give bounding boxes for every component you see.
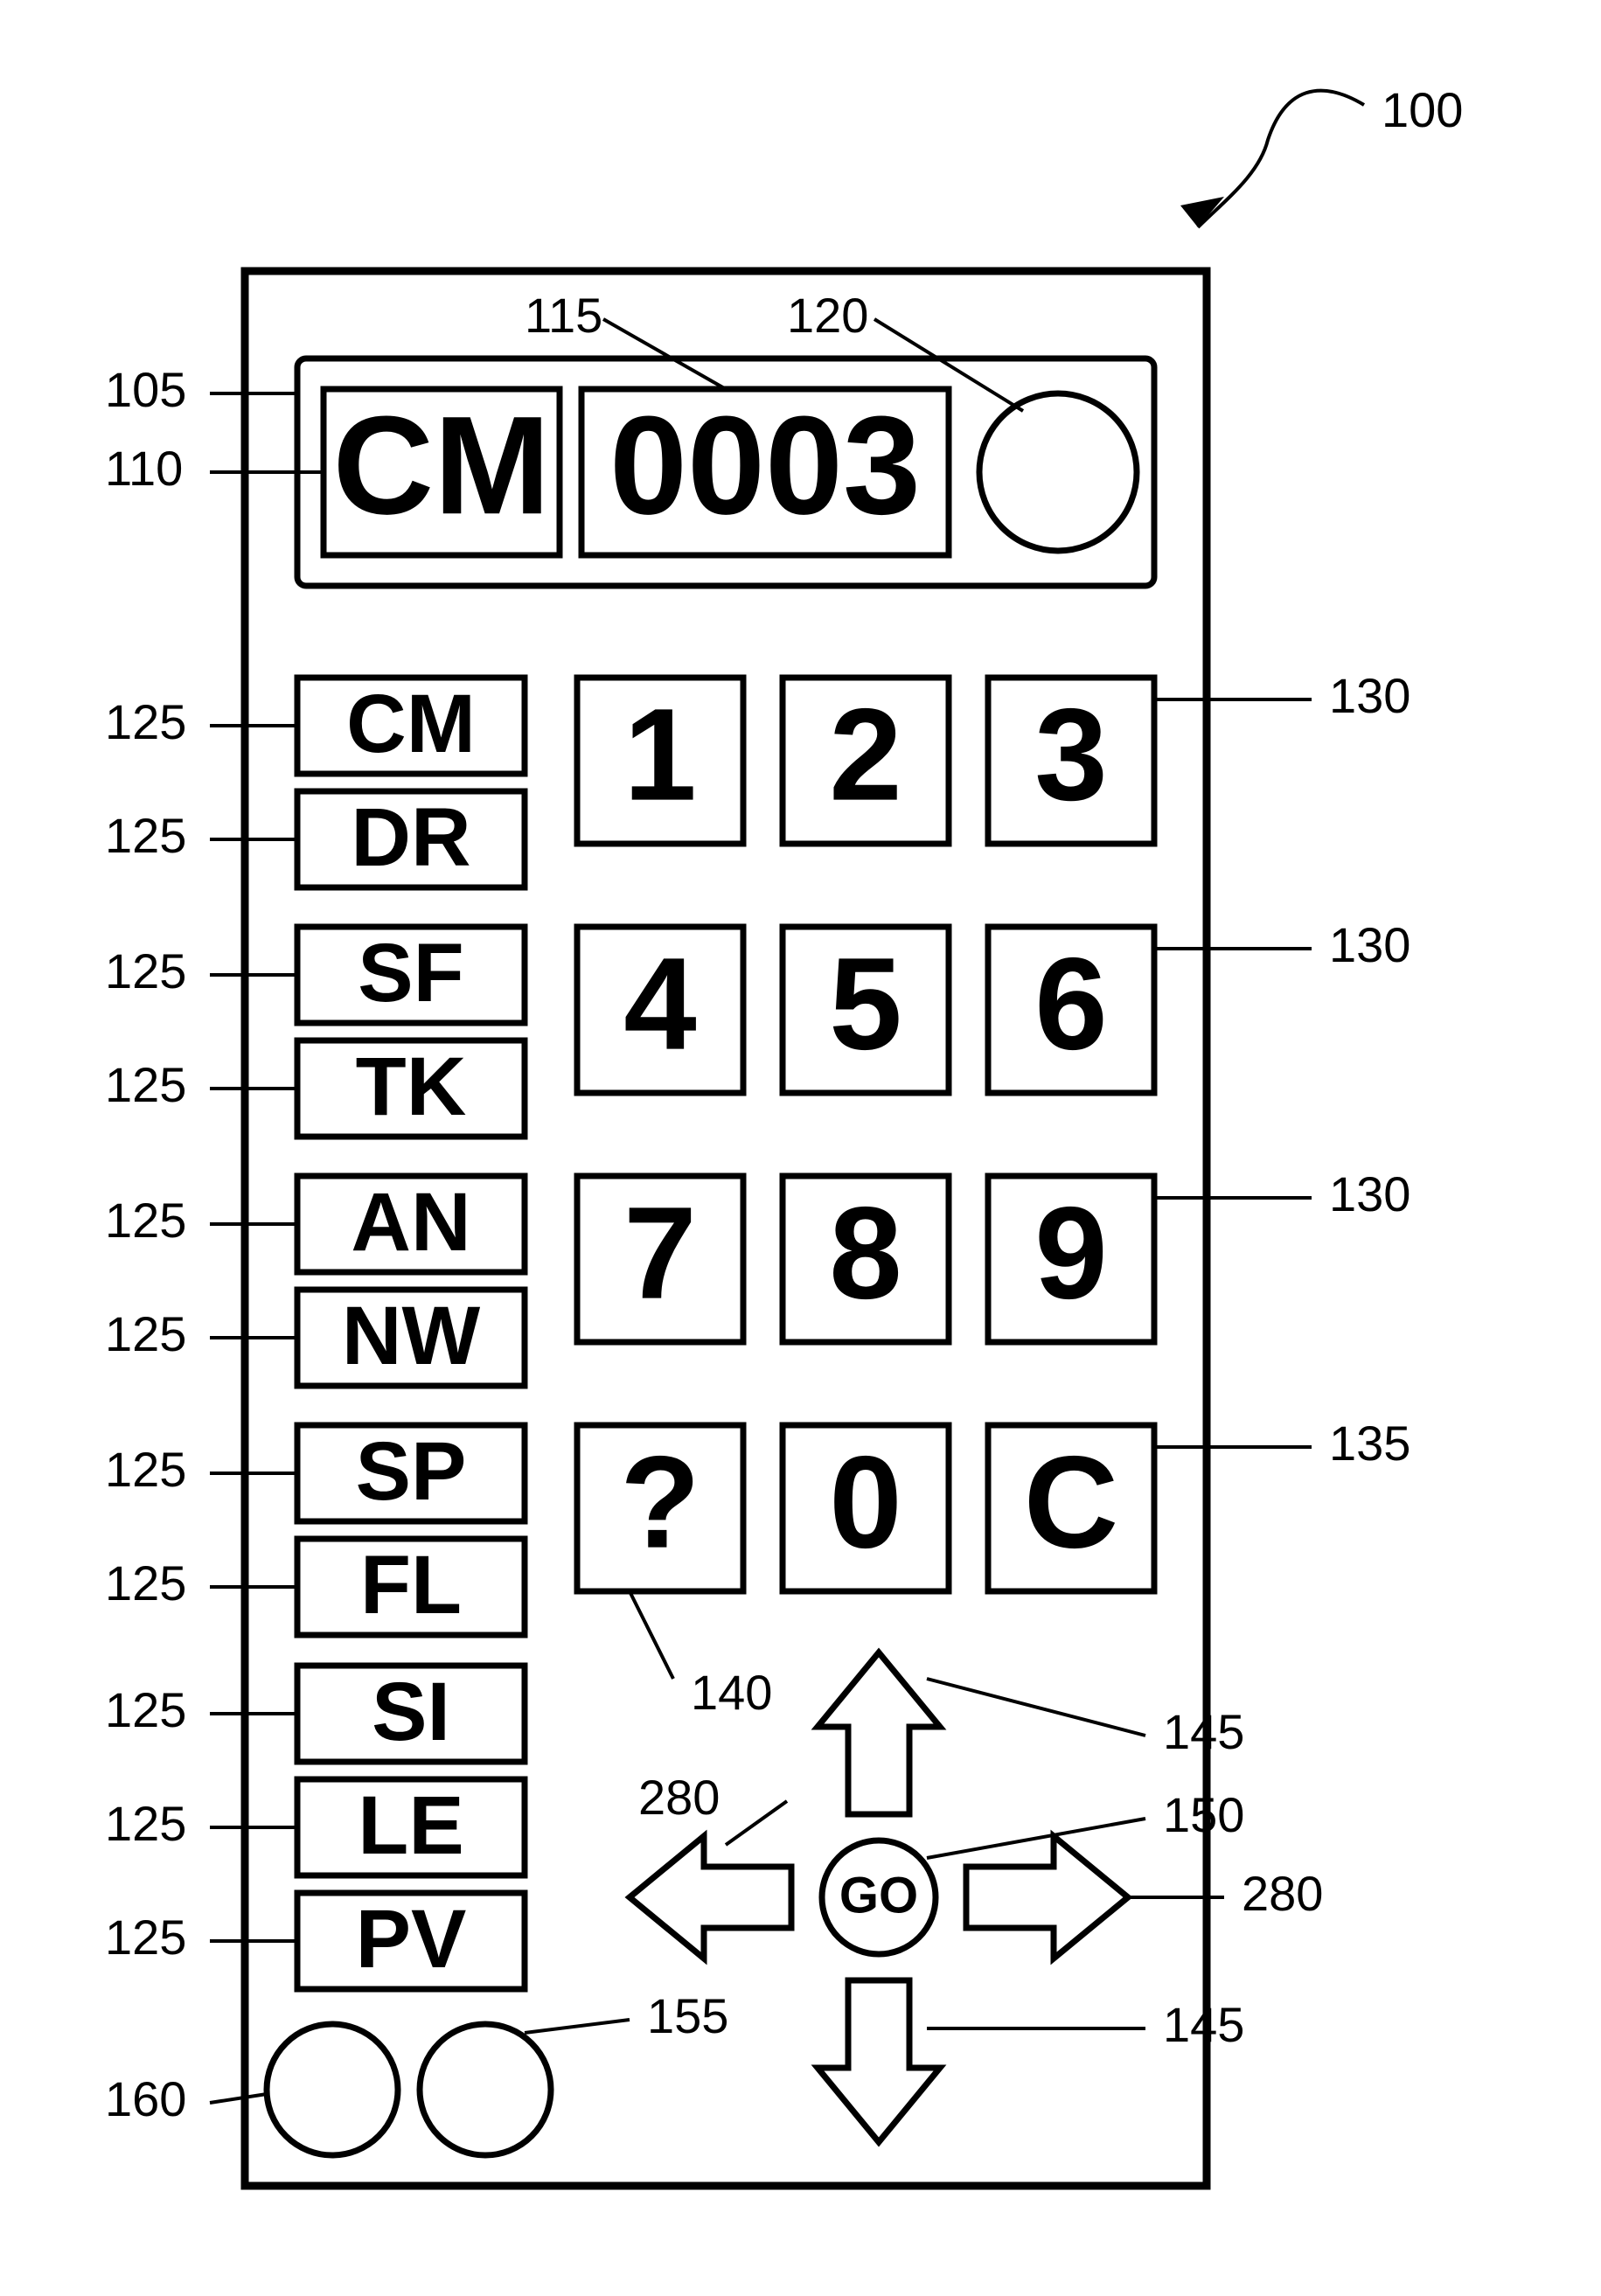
callout-120: 120 xyxy=(787,288,868,343)
callout-130: 130 xyxy=(1329,1166,1410,1221)
callout-160: 160 xyxy=(105,2071,186,2126)
callout-125: 125 xyxy=(105,1910,186,1965)
callout-155: 155 xyxy=(647,1988,728,2043)
callout-150: 150 xyxy=(1163,1787,1244,1842)
callout-125: 125 xyxy=(105,1796,186,1851)
callout-145: 145 xyxy=(1163,1997,1244,2052)
callout-280: 280 xyxy=(638,1770,720,1825)
callout-125: 125 xyxy=(105,943,186,998)
display-mode-text: CM xyxy=(333,386,551,543)
callout-125: 125 xyxy=(105,1193,186,1248)
mode-btn-nw-label: NW xyxy=(342,1290,481,1382)
key-8-label: 8 xyxy=(829,1179,901,1326)
arrow-up-icon[interactable] xyxy=(818,1652,940,1814)
callouts-125: 125 125 125 125 125 125 125 125 125 125 … xyxy=(105,694,297,1965)
key-7-label: 7 xyxy=(623,1179,696,1326)
diagram-root: 100 CM 0003 CM DR SF TK AN NW SP FL SI L… xyxy=(0,0,1601,2296)
callout-125: 125 xyxy=(105,694,186,749)
arrow-down-icon[interactable] xyxy=(818,1980,940,2142)
callout-135: 135 xyxy=(1329,1416,1410,1471)
key-0-label: 0 xyxy=(829,1429,901,1576)
callout-105: 105 xyxy=(105,362,186,417)
mode-btn-sp-label: SP xyxy=(356,1425,467,1518)
callout-100-arrow xyxy=(1180,91,1364,227)
mode-btn-dr-label: DR xyxy=(351,791,470,884)
callout-130: 130 xyxy=(1329,668,1410,723)
callout-140: 140 xyxy=(691,1665,772,1720)
callout-125: 125 xyxy=(105,808,186,863)
callout-100: 100 xyxy=(1382,82,1463,137)
key-clear-label: C xyxy=(1024,1429,1118,1576)
display-value-text: 0003 xyxy=(609,386,921,543)
mode-btn-an-label: AN xyxy=(351,1176,470,1269)
go-button-label: GO xyxy=(839,1867,918,1924)
key-6-label: 6 xyxy=(1034,930,1107,1077)
keypad: 1 2 3 4 5 6 7 8 9 ? 0 C xyxy=(577,678,1154,1591)
mode-btn-sf-label: SF xyxy=(358,927,463,1019)
indicator-circle[interactable] xyxy=(979,393,1137,551)
key-1-label: 1 xyxy=(623,681,696,828)
callout-125: 125 xyxy=(105,1682,186,1737)
mode-btn-le-label: LE xyxy=(358,1779,463,1872)
key-help-label: ? xyxy=(620,1429,700,1576)
callout-125: 125 xyxy=(105,1306,186,1361)
key-5-label: 5 xyxy=(829,930,901,1077)
key-2-label: 2 xyxy=(829,681,901,828)
callout-130: 130 xyxy=(1329,917,1410,972)
callout-125: 125 xyxy=(105,1442,186,1497)
arrow-right-icon[interactable] xyxy=(966,1836,1128,1959)
callout-125: 125 xyxy=(105,1555,186,1611)
arrow-left-icon[interactable] xyxy=(630,1836,791,1959)
mode-buttons: CM DR SF TK AN NW SP FL SI LE PV xyxy=(297,678,525,1989)
callout-145: 145 xyxy=(1163,1704,1244,1759)
key-3-label: 3 xyxy=(1034,681,1107,828)
aux-button-right[interactable] xyxy=(420,2024,551,2155)
key-4-label: 4 xyxy=(623,930,696,1077)
aux-button-left[interactable] xyxy=(267,2024,398,2155)
callout-125: 125 xyxy=(105,1057,186,1112)
mode-btn-tk-label: TK xyxy=(356,1040,467,1133)
mode-btn-fl-label: FL xyxy=(360,1539,462,1632)
callout-280: 280 xyxy=(1242,1866,1323,1921)
dpad: GO xyxy=(630,1652,1128,2142)
mode-btn-cm-label: CM xyxy=(346,678,476,770)
mode-btn-pv-label: PV xyxy=(356,1893,467,1986)
callout-115: 115 xyxy=(525,288,602,343)
mode-btn-si-label: SI xyxy=(372,1666,450,1758)
callout-110: 110 xyxy=(105,441,183,496)
key-9-label: 9 xyxy=(1034,1179,1107,1326)
